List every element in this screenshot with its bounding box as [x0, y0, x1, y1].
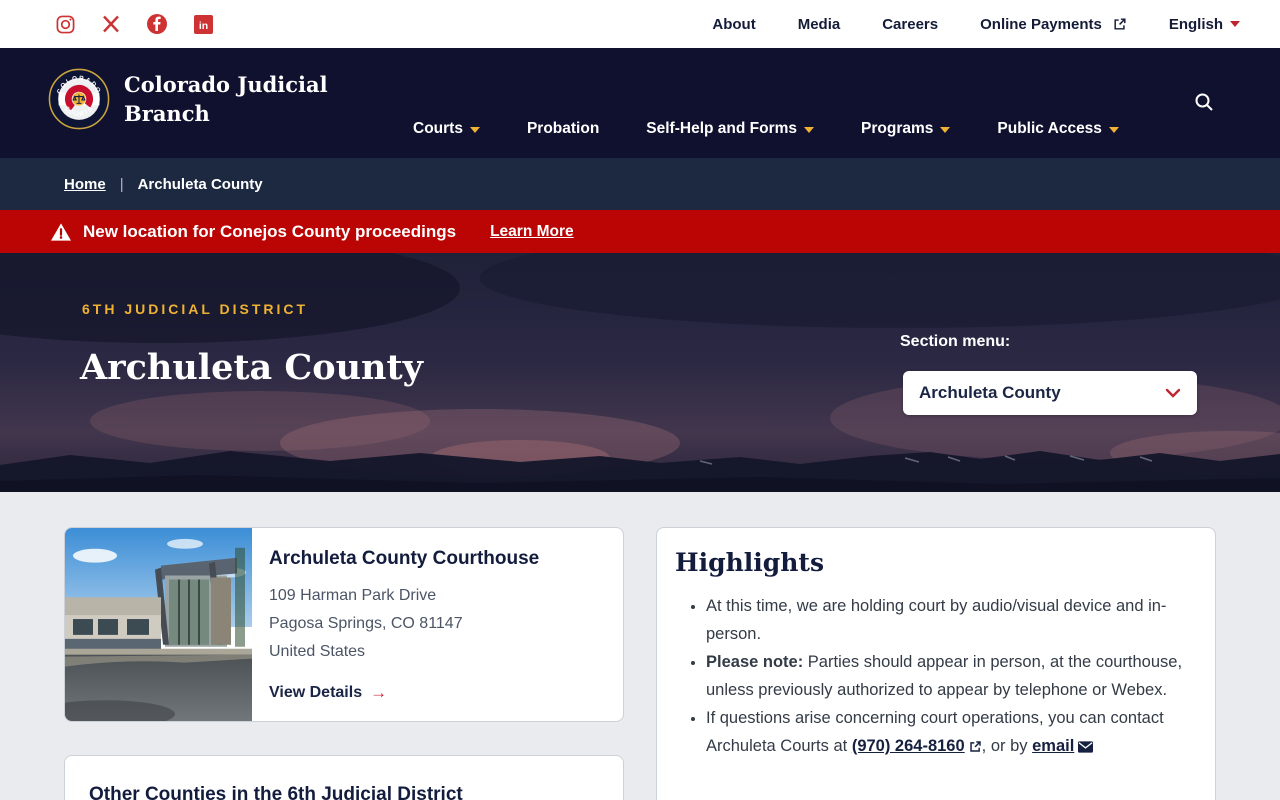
main-content: Archuleta County Courthouse 109 Harman P…: [0, 492, 1280, 800]
address-line: 109 Harman Park Drive: [269, 582, 539, 610]
online-payments-label: Online Payments: [980, 16, 1102, 33]
chevron-down-icon: [940, 127, 950, 133]
linkedin-icon[interactable]: in: [194, 15, 213, 34]
courthouse-title: Archuleta County Courthouse: [269, 548, 539, 570]
warning-icon: [50, 222, 72, 242]
facebook-icon[interactable]: [147, 14, 167, 34]
highlights-list: At this time, we are holding court by au…: [675, 592, 1191, 760]
nav-item-courts[interactable]: Courts: [413, 120, 480, 138]
chevron-down-icon: [470, 127, 480, 133]
top-link-careers[interactable]: Careers: [882, 16, 938, 33]
chevron-down-icon: [1109, 127, 1119, 133]
nav-item-self-help[interactable]: Self-Help and Forms: [646, 120, 814, 138]
courthouse-card: Archuleta County Courthouse 109 Harman P…: [64, 527, 624, 722]
language-selector[interactable]: English: [1169, 16, 1240, 33]
envelope-icon: [1078, 741, 1093, 753]
social-links: in: [56, 14, 213, 34]
external-link-icon: [969, 740, 982, 753]
nav-item-public-access[interactable]: Public Access: [997, 120, 1119, 138]
courthouse-photo: [65, 528, 252, 721]
breadcrumb-home-link[interactable]: Home: [64, 176, 106, 193]
online-payments-link[interactable]: Online Payments: [980, 16, 1127, 33]
section-menu-value: Archuleta County: [919, 383, 1061, 403]
top-link-about[interactable]: About: [712, 16, 755, 33]
top-link-media[interactable]: Media: [798, 16, 841, 33]
address-line: United States: [269, 638, 539, 666]
chevron-down-icon: [1230, 21, 1240, 27]
main-navigation: COLORADO COURTS Colorado Judicial Branch…: [0, 48, 1280, 158]
hero-banner: 6TH JUDICIAL DISTRICT Archuleta County S…: [0, 253, 1280, 492]
top-links: About Media Careers Online Payments Engl…: [712, 16, 1240, 33]
other-counties-card: Other Counties in the 6th Judicial Distr…: [64, 755, 624, 800]
address-line: Pagosa Springs, CO 81147: [269, 610, 539, 638]
highlights-card: Highlights At this time, we are holding …: [656, 527, 1216, 800]
section-menu-label: Section menu:: [900, 333, 1010, 351]
external-link-icon: [1113, 17, 1127, 31]
instagram-icon[interactable]: [56, 15, 75, 34]
highlights-title: Highlights: [675, 548, 1191, 577]
district-eyebrow: 6TH JUDICIAL DISTRICT: [82, 301, 308, 317]
chevron-down-icon: [1165, 388, 1181, 398]
other-counties-title: Other Counties in the 6th Judicial Distr…: [89, 784, 599, 800]
nav-item-programs[interactable]: Programs: [861, 120, 950, 138]
phone-link[interactable]: (970) 264-8160: [852, 737, 965, 755]
courthouse-card-body: Archuleta County Courthouse 109 Harman P…: [252, 528, 557, 721]
highlight-item: Please note: Parties should appear in pe…: [706, 648, 1191, 704]
email-link[interactable]: email: [1032, 737, 1074, 755]
page-title: Archuleta County: [80, 347, 423, 388]
alert-learn-more-link[interactable]: Learn More: [490, 223, 574, 241]
courthouse-address: 109 Harman Park Drive Pagosa Springs, CO…: [269, 582, 539, 666]
highlight-item: If questions arise concerning court oper…: [706, 704, 1191, 760]
alert-message: New location for Conejos County proceedi…: [83, 222, 456, 242]
x-twitter-icon[interactable]: [102, 15, 120, 33]
breadcrumb-separator: |: [120, 176, 124, 193]
top-utility-bar: in About Media Careers Online Payments E…: [0, 0, 1280, 48]
nav-item-probation[interactable]: Probation: [527, 120, 599, 138]
colorado-courts-seal-logo: COLORADO COURTS: [48, 68, 110, 130]
breadcrumb-current: Archuleta County: [138, 176, 263, 193]
chevron-down-icon: [804, 127, 814, 133]
breadcrumb: Home | Archuleta County: [0, 158, 1280, 210]
site-title: Colorado Judicial Branch: [124, 70, 328, 128]
language-label: English: [1169, 16, 1223, 33]
brand[interactable]: COLORADO COURTS Colorado Judicial Branch: [48, 68, 328, 130]
section-menu-dropdown[interactable]: Archuleta County: [903, 371, 1197, 415]
svg-text:in: in: [199, 20, 208, 32]
arrow-right-icon: →: [370, 683, 387, 703]
view-details-link[interactable]: View Details →: [269, 683, 539, 703]
search-icon[interactable]: [1194, 92, 1214, 117]
highlight-item: At this time, we are holding court by au…: [706, 592, 1191, 648]
alert-banner: New location for Conejos County proceedi…: [0, 210, 1280, 253]
